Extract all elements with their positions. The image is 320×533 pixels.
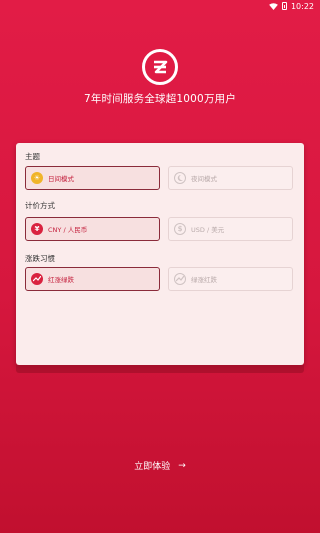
settings-card: 主题 ☀ 日间模式 夜间模式 计价方式 ¥ CNY / 人民币 $ USD / … <box>16 143 304 365</box>
logo-mark-icon <box>154 60 168 74</box>
section-label-pricing: 计价方式 <box>25 201 55 210</box>
section-label-theme: 主题 <box>25 152 40 161</box>
dollar-icon: $ <box>174 223 186 235</box>
cta-label: 立即体验 <box>134 462 171 472</box>
option-night-mode[interactable]: 夜间模式 <box>168 166 293 190</box>
moon-icon <box>174 172 186 184</box>
status-bar: 10:22 <box>0 0 320 12</box>
green-up-icon <box>174 273 186 285</box>
option-label: 红涨绿跌 <box>48 276 74 284</box>
yen-icon: ¥ <box>31 223 43 235</box>
option-label: 夜间模式 <box>191 175 217 183</box>
option-label: USD / 美元 <box>191 226 225 234</box>
option-day-mode[interactable]: ☀ 日间模式 <box>25 166 160 190</box>
status-time: 10:22 <box>290 1 314 11</box>
option-label: 绿涨红跌 <box>191 276 217 284</box>
battery-icon <box>281 2 287 10</box>
wifi-icon <box>269 2 278 10</box>
option-usd[interactable]: $ USD / 美元 <box>168 217 293 241</box>
section-label-color-habit: 涨跌习惯 <box>25 254 55 263</box>
option-label: CNY / 人民币 <box>48 226 88 234</box>
option-red-up[interactable]: 红涨绿跌 <box>25 267 160 291</box>
card-shadow-strip <box>16 365 304 373</box>
app-logo-icon <box>142 49 178 85</box>
option-cny[interactable]: ¥ CNY / 人民币 <box>25 217 160 241</box>
tagline: 7年时间服务全球超1000万用户 <box>83 93 237 105</box>
start-experience-button[interactable]: 立即体验 → <box>0 459 320 473</box>
option-green-up[interactable]: 绿涨红跌 <box>168 267 293 291</box>
arrow-right-icon: → <box>178 460 186 471</box>
sun-icon: ☀ <box>31 172 43 184</box>
option-label: 日间模式 <box>48 175 74 183</box>
red-up-icon <box>31 273 43 285</box>
